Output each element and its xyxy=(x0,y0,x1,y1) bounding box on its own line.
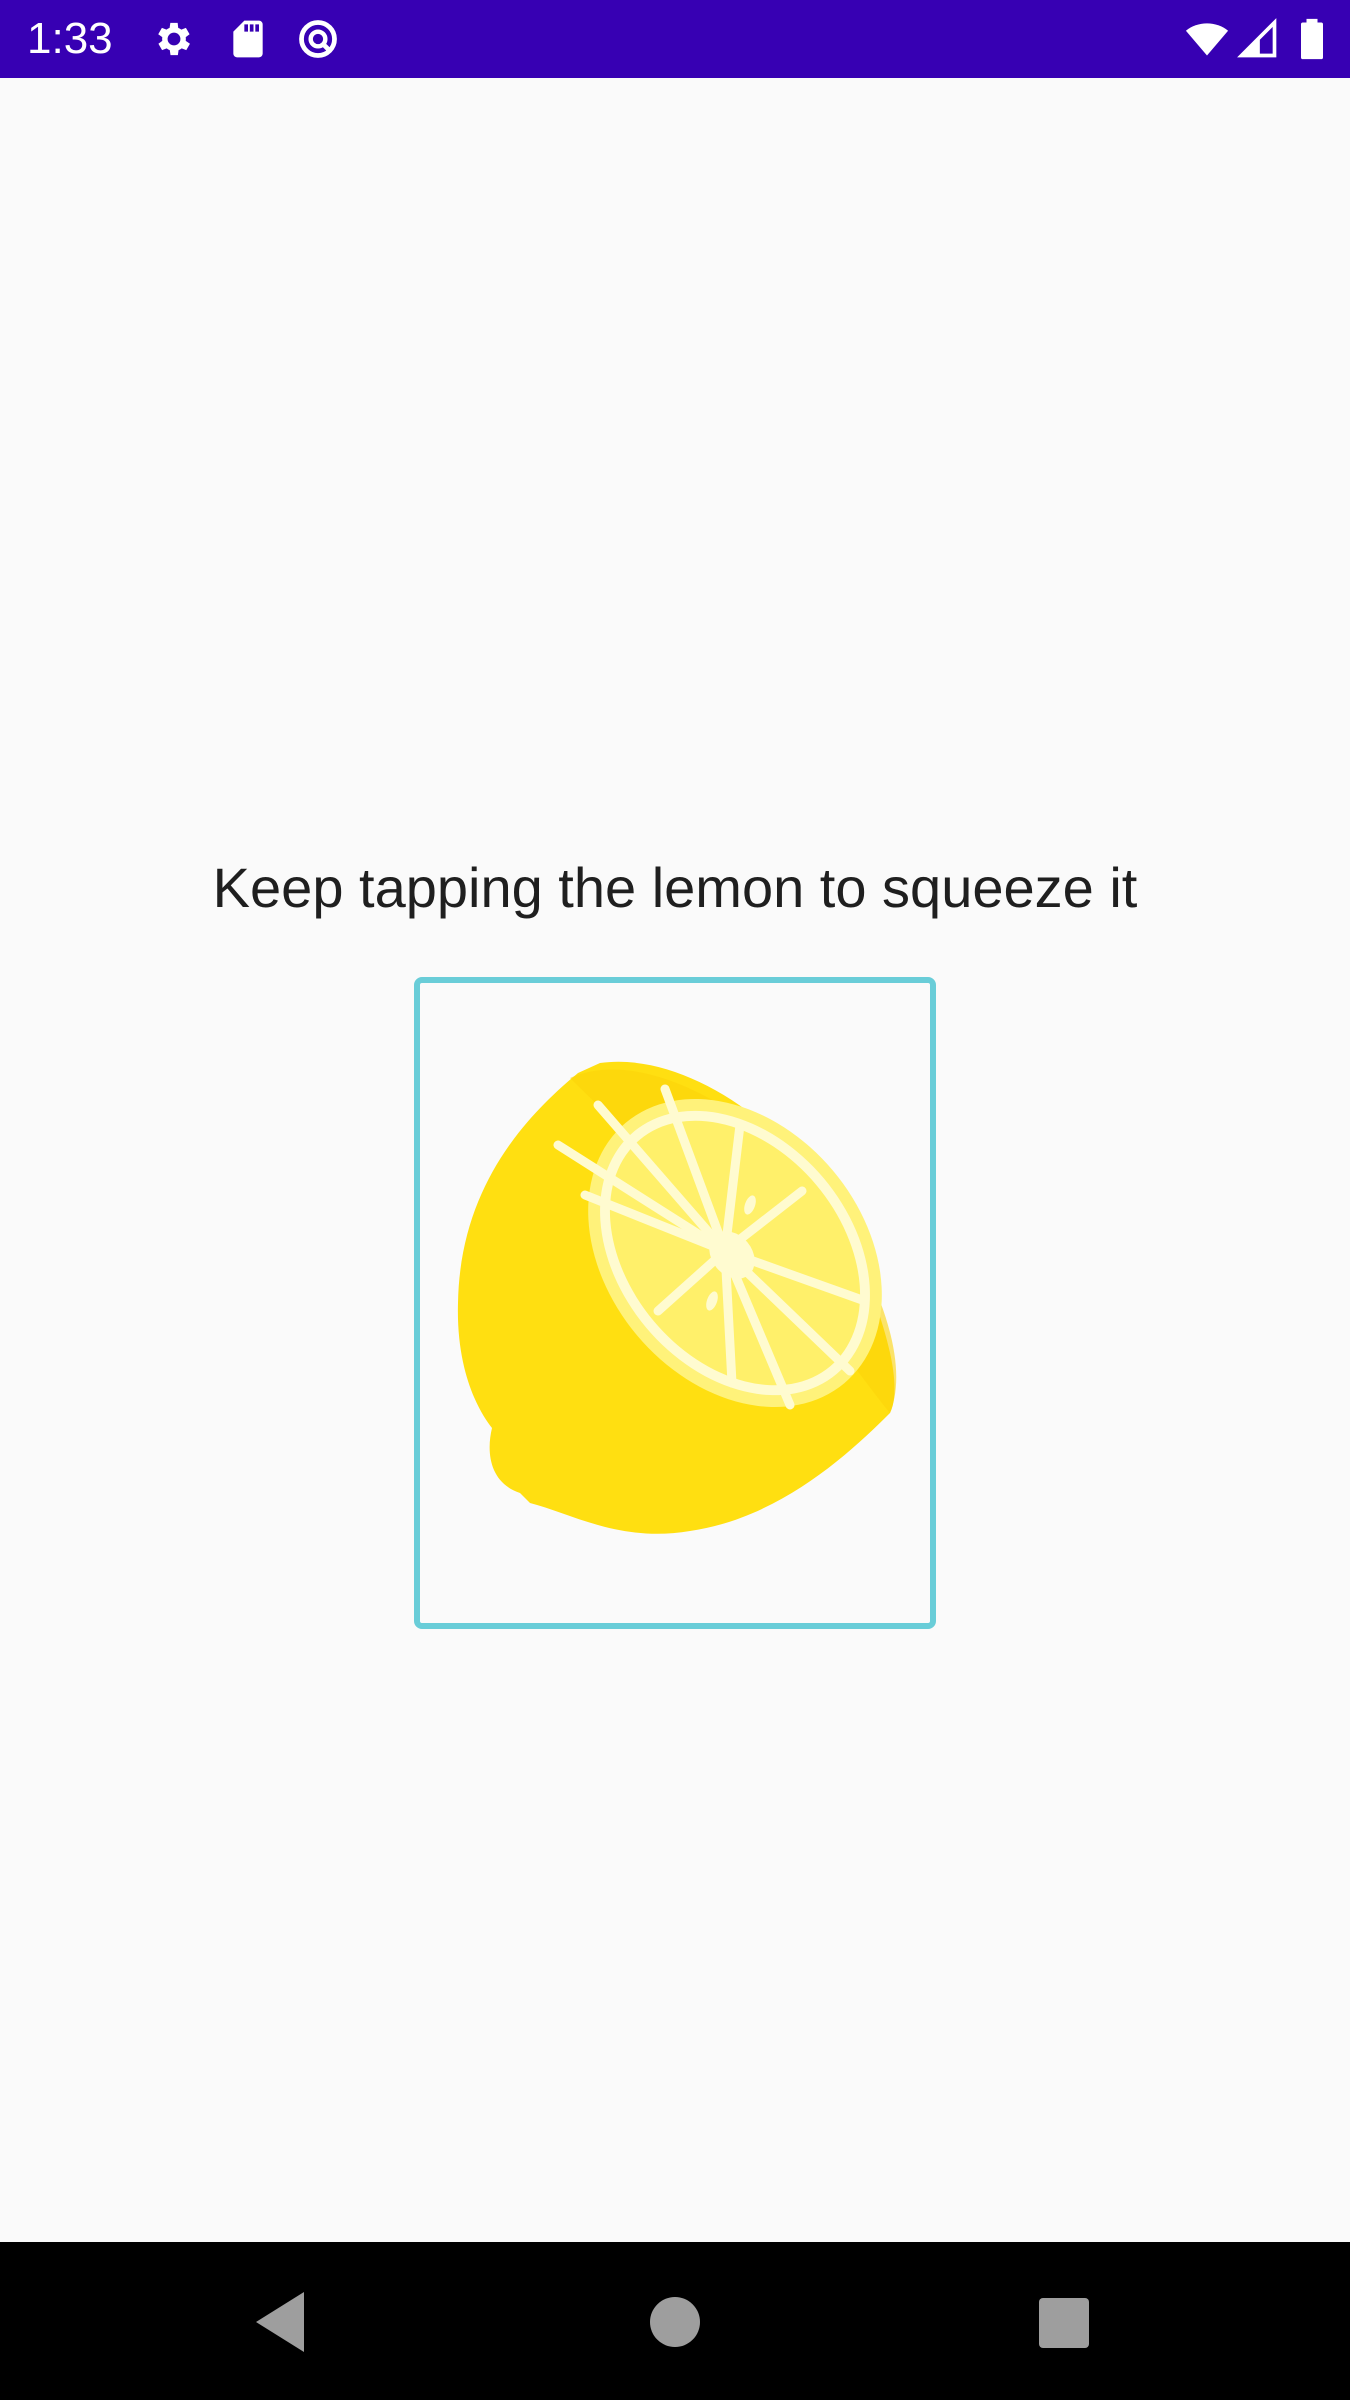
back-icon[interactable] xyxy=(242,2282,322,2362)
main-content: Keep tapping the lemon to squeeze it xyxy=(0,78,1350,2242)
cellular-signal-icon xyxy=(1236,17,1280,61)
status-time: 1:33 xyxy=(27,14,113,63)
instruction-text: Keep tapping the lemon to squeeze it xyxy=(212,856,1138,919)
battery-icon xyxy=(1296,17,1328,61)
circle-slash-icon xyxy=(296,17,340,61)
sd-card-icon xyxy=(226,17,270,61)
navigation-bar xyxy=(0,2242,1350,2400)
settings-gear-icon xyxy=(152,17,196,61)
lemon-image-button[interactable] xyxy=(414,977,936,1629)
lemon-half-icon xyxy=(457,1061,897,1534)
home-icon[interactable] xyxy=(635,2282,715,2362)
status-bar: 1:33 xyxy=(0,0,1350,78)
recents-icon[interactable] xyxy=(1023,2282,1103,2362)
wifi-icon xyxy=(1182,17,1232,61)
